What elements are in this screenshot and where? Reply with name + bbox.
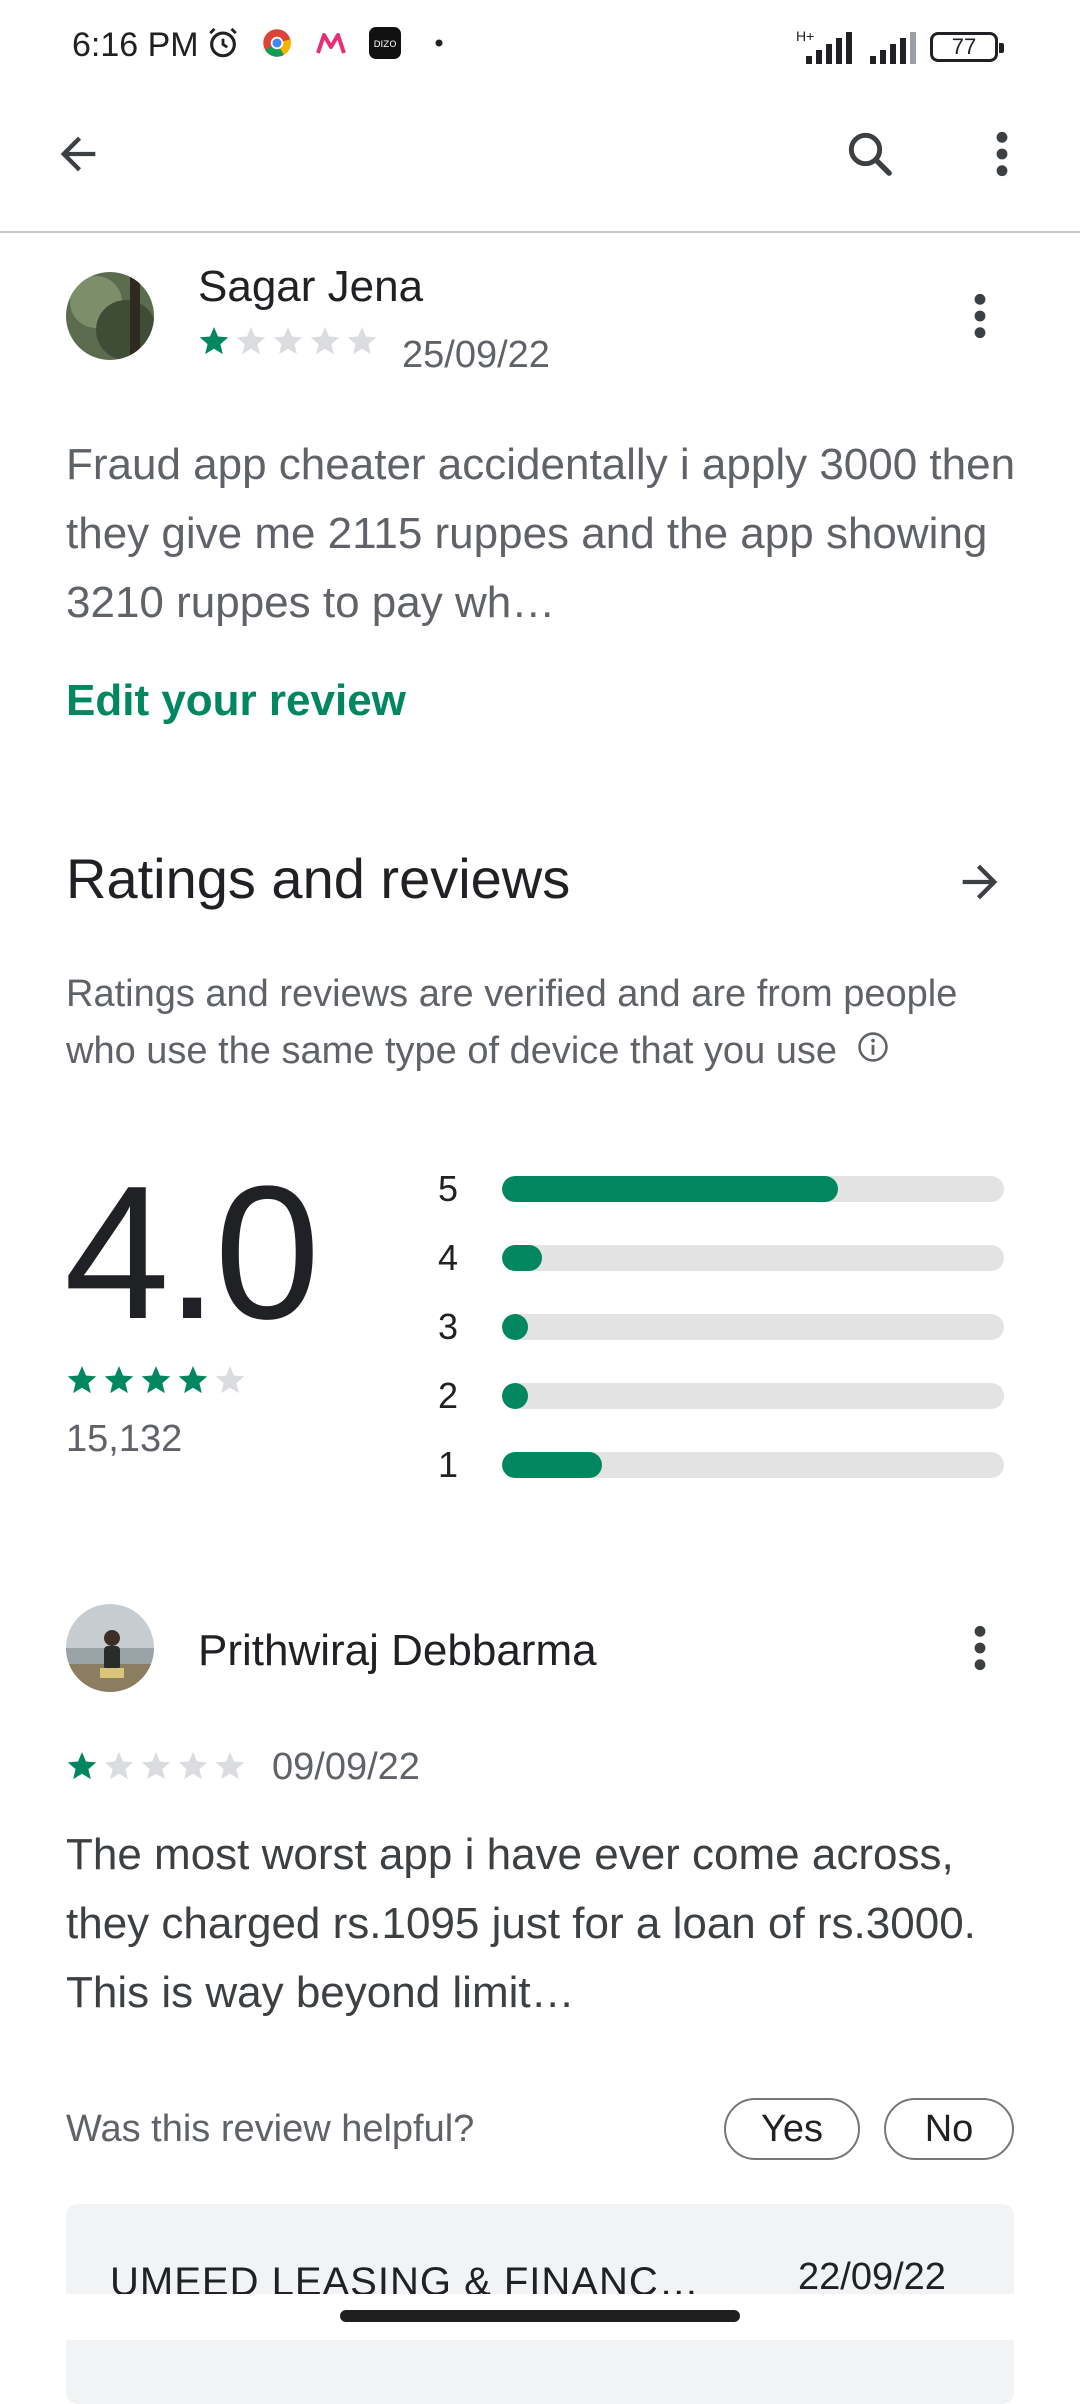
ratings-note-text: Ratings and reviews are verified and are… bbox=[66, 973, 958, 1072]
svg-text:DIZO: DIZO bbox=[374, 40, 397, 50]
star-empty-icon bbox=[178, 1752, 208, 1780]
star-empty-icon bbox=[236, 327, 266, 355]
rating-bar-row: 3 bbox=[438, 1304, 1004, 1350]
star-filled-icon bbox=[67, 1752, 97, 1780]
rating-count: 15,132 bbox=[66, 1418, 183, 1460]
rating-bar-fill bbox=[502, 1452, 603, 1478]
review-text: The most worst app i have ever come acro… bbox=[66, 1830, 976, 2017]
more-notifications-dot-icon bbox=[422, 26, 456, 60]
star-empty-icon bbox=[273, 327, 303, 355]
rating-bar-label: 2 bbox=[438, 1375, 459, 1416]
average-star-rating bbox=[66, 1364, 256, 1403]
review-more-button[interactable] bbox=[940, 276, 1020, 356]
review-text: Fraud app cheater accidentally i apply 3… bbox=[66, 440, 1016, 627]
star-rating bbox=[198, 325, 378, 364]
rating-bar-row: 1 bbox=[438, 1442, 1004, 1488]
arrow-forward-icon bbox=[962, 864, 998, 900]
star-rating bbox=[66, 1750, 246, 1789]
avatar bbox=[66, 272, 154, 360]
rating-bar-label: 1 bbox=[438, 1444, 459, 1485]
myntra-icon bbox=[314, 26, 348, 60]
star-filled-icon bbox=[67, 1366, 97, 1394]
rating-bar-label: 4 bbox=[438, 1237, 459, 1278]
average-rating: 4.0 bbox=[64, 1147, 320, 1359]
dizo-icon: DIZO bbox=[368, 26, 402, 60]
search-button[interactable] bbox=[830, 114, 910, 194]
section-title: Ratings and reviews bbox=[66, 847, 571, 910]
more-options-button[interactable] bbox=[962, 114, 1042, 194]
helpful-no-button[interactable]: No bbox=[884, 2098, 1014, 2160]
app-bar-divider bbox=[0, 231, 1080, 233]
rating-bar-fill bbox=[502, 1176, 839, 1202]
rating-bar-row: 4 bbox=[438, 1235, 1004, 1281]
star-empty-icon bbox=[141, 1752, 171, 1780]
more-vert-icon bbox=[996, 131, 1008, 177]
helpful-yes-button[interactable]: Yes bbox=[724, 2098, 860, 2160]
rating-bar-row: 2 bbox=[438, 1373, 1004, 1419]
edit-review-link[interactable]: Edit your review bbox=[66, 676, 406, 726]
star-empty-icon bbox=[347, 327, 377, 355]
star-filled-icon bbox=[178, 1366, 208, 1394]
star-empty-icon bbox=[310, 327, 340, 355]
reviewer-name: Sagar Jena bbox=[198, 262, 424, 311]
star-filled-icon bbox=[141, 1366, 171, 1394]
rating-bar-track bbox=[502, 1176, 1004, 1202]
signal-icon-2 bbox=[868, 30, 924, 71]
rating-bar-label: 3 bbox=[438, 1306, 459, 1347]
rating-bar-fill bbox=[502, 1245, 543, 1271]
review-date: 25/09/22 bbox=[402, 334, 550, 376]
avatar bbox=[66, 1604, 154, 1692]
ratings-arrow-button[interactable] bbox=[940, 842, 1020, 922]
star-empty-icon bbox=[215, 1752, 245, 1780]
back-button[interactable] bbox=[38, 114, 118, 194]
ratings-note: Ratings and reviews are verified and are… bbox=[66, 966, 1026, 1081]
rating-bar-fill bbox=[502, 1314, 528, 1340]
alarm-icon bbox=[206, 26, 240, 60]
signal-icon bbox=[796, 30, 860, 71]
star-empty-icon bbox=[104, 1752, 134, 1780]
rating-bar-track bbox=[502, 1314, 1004, 1340]
chrome-icon bbox=[260, 26, 294, 60]
rating-bar-fill bbox=[502, 1383, 528, 1409]
review-more-button[interactable] bbox=[940, 1608, 1020, 1688]
rating-bar-row: 5 bbox=[438, 1166, 1004, 1212]
search-icon bbox=[848, 132, 892, 176]
more-vert-icon bbox=[974, 1625, 986, 1671]
review-date: 09/09/22 bbox=[272, 1746, 420, 1788]
rating-bar-track bbox=[502, 1245, 1004, 1271]
gesture-nav-bar[interactable] bbox=[340, 2310, 740, 2322]
developer-reply-date: 22/09/22 bbox=[798, 2256, 946, 2298]
info-icon[interactable] bbox=[856, 1024, 890, 1081]
helpful-question: Was this review helpful? bbox=[66, 2108, 475, 2150]
reviewer-name: Prithwiraj Debbarma bbox=[198, 1626, 597, 1675]
star-filled-icon bbox=[199, 327, 229, 355]
rating-bar-track bbox=[502, 1452, 1004, 1478]
status-time: 6:16 PM bbox=[72, 26, 199, 64]
star-filled-icon bbox=[104, 1366, 134, 1394]
star-empty-icon bbox=[215, 1366, 245, 1394]
rating-bar-track bbox=[502, 1383, 1004, 1409]
rating-bar-label: 5 bbox=[438, 1168, 459, 1209]
more-vert-icon bbox=[974, 293, 986, 339]
status-notification-icons: DIZO bbox=[206, 26, 456, 60]
battery-indicator: 77 bbox=[930, 32, 1004, 62]
arrow-back-icon bbox=[60, 136, 96, 172]
